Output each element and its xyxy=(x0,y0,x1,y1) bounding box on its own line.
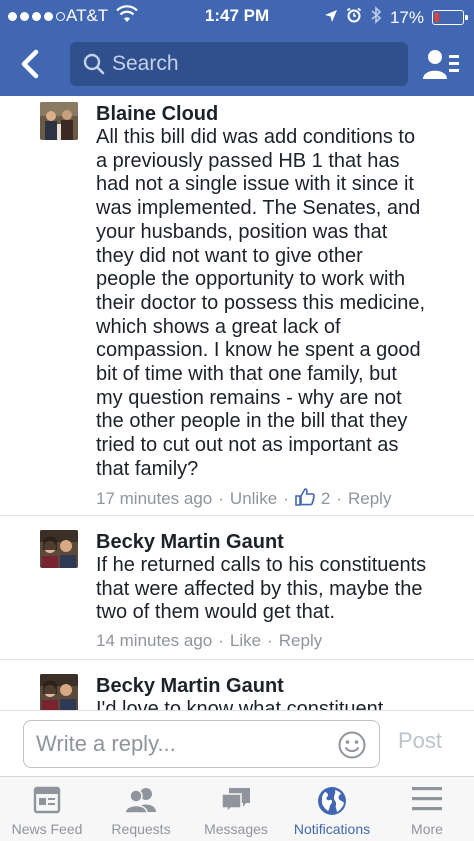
tab-requests[interactable]: Requests xyxy=(94,777,188,841)
comment-body: Blaine Cloud All this bill did was add c… xyxy=(96,102,460,511)
comment-author[interactable]: Becky Martin Gaunt xyxy=(96,530,460,554)
reply-button[interactable]: Reply xyxy=(348,489,391,509)
friends-list-icon[interactable] xyxy=(422,46,460,82)
location-arrow-icon xyxy=(324,8,338,28)
back-chevron-icon[interactable] xyxy=(14,46,50,82)
search-icon xyxy=(82,52,106,81)
tab-news-feed[interactable]: News Feed xyxy=(0,777,94,841)
tab-more[interactable]: More xyxy=(380,777,474,841)
post-button[interactable]: Post xyxy=(398,728,442,754)
friend-requests-icon xyxy=(124,785,158,820)
globe-icon xyxy=(316,785,348,822)
battery-percent: 17% xyxy=(389,7,424,27)
comment-text: If he returned calls to his constituents… xyxy=(96,554,427,624)
comment-body: Becky Martin Gaunt I'd love to know what… xyxy=(96,674,460,710)
messages-icon xyxy=(219,785,253,820)
avatar[interactable] xyxy=(40,674,78,710)
reply-button[interactable]: Reply xyxy=(279,631,322,651)
navigation-bar xyxy=(0,34,474,96)
comment-author[interactable]: Becky Martin Gaunt xyxy=(96,674,460,698)
battery-icon xyxy=(432,10,468,25)
avatar[interactable] xyxy=(40,102,78,140)
alarm-icon xyxy=(346,7,362,28)
comment-body: Becky Martin Gaunt If he returned calls … xyxy=(96,530,460,651)
reply-composer: Post xyxy=(0,710,474,776)
news-feed-icon xyxy=(32,785,62,820)
comment-thread[interactable]: Blaine Cloud All this bill did was add c… xyxy=(0,96,474,710)
avatar[interactable] xyxy=(40,530,78,568)
tab-bar: News Feed Requests Messages Notification… xyxy=(0,776,474,841)
reply-input-box[interactable] xyxy=(23,720,380,768)
search-input[interactable] xyxy=(112,42,392,86)
divider xyxy=(0,515,474,516)
comment-timestamp: 17 minutes ago xyxy=(96,489,213,509)
comment-text: I'd love to know what constituent xyxy=(96,698,384,710)
menu-icon xyxy=(412,785,442,818)
search-bar[interactable] xyxy=(70,42,408,86)
unlike-button[interactable]: Unlike xyxy=(230,489,277,509)
top-bar: AT&T 1:47 PM 17% xyxy=(0,0,474,96)
status-bar: AT&T 1:47 PM 17% xyxy=(0,0,474,34)
comment-author[interactable]: Blaine Cloud xyxy=(96,102,460,126)
thumbs-up-icon xyxy=(295,487,315,511)
tab-notifications[interactable]: Notifications xyxy=(284,777,380,841)
divider xyxy=(0,659,474,660)
reply-input[interactable] xyxy=(36,721,326,767)
emoji-icon[interactable] xyxy=(337,730,367,765)
tab-messages[interactable]: Messages xyxy=(188,777,284,841)
like-count[interactable]: 2 xyxy=(295,487,330,511)
like-button[interactable]: Like xyxy=(230,631,261,651)
comment-meta: 17 minutes ago · Unlike · 2 · Reply xyxy=(96,487,460,511)
bluetooth-icon xyxy=(370,6,382,29)
comment-meta: 14 minutes ago · Like · Reply xyxy=(96,631,323,651)
comment-text: All this bill did was add conditions to … xyxy=(96,126,426,480)
comment-timestamp: 14 minutes ago xyxy=(96,631,213,651)
